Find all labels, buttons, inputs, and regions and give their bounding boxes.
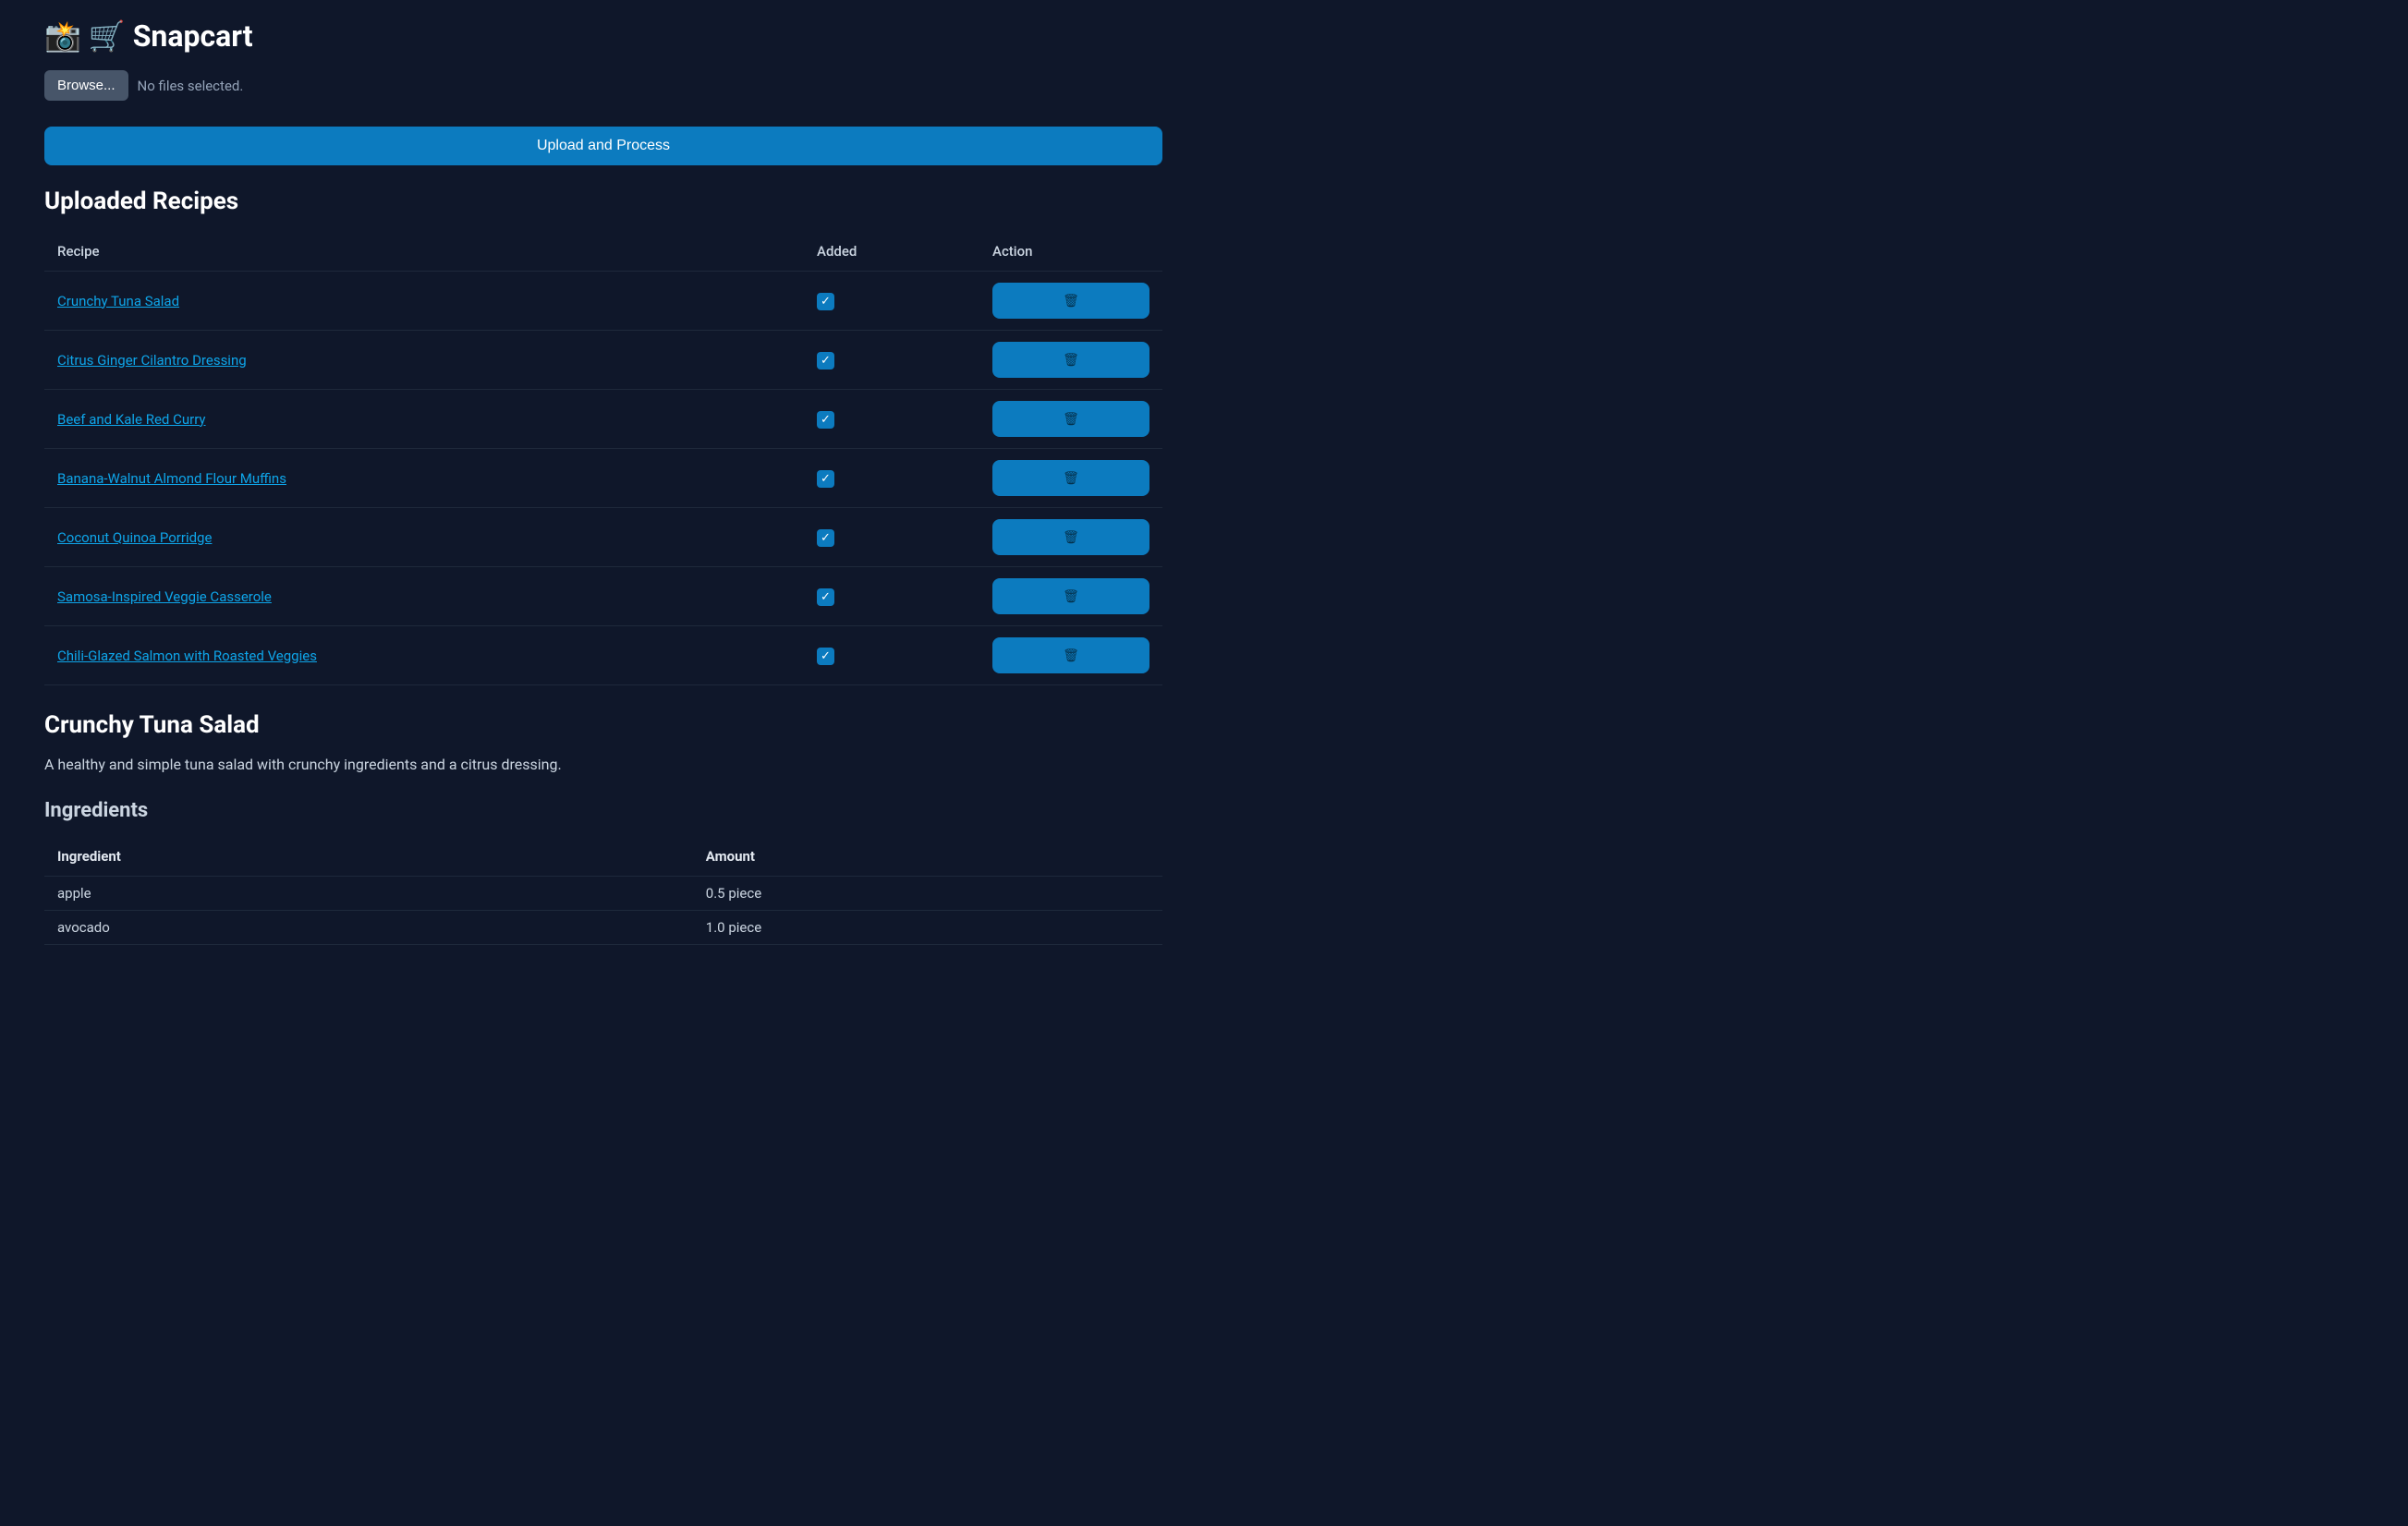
file-upload-row: Browse... No files selected. (44, 70, 1162, 101)
check-icon: ✓ (821, 295, 831, 309)
trash-icon: 🗑 (1063, 588, 1079, 604)
recipe-link[interactable]: Beef and Kale Red Curry (57, 411, 206, 428)
browse-button[interactable]: Browse... (44, 70, 128, 101)
table-row: avocado1.0 piece (44, 911, 1162, 945)
recipe-detail-title: Crunchy Tuna Salad (44, 711, 1162, 739)
upload-process-button[interactable]: Upload and Process (44, 127, 1162, 165)
trash-icon: 🗑 (1063, 648, 1079, 663)
recipe-link[interactable]: Citrus Ginger Cilantro Dressing (57, 352, 247, 369)
ingredients-column-amount: Amount (693, 837, 1162, 877)
check-icon: ✓ (821, 531, 831, 545)
added-checkbox[interactable]: ✓ (817, 529, 834, 547)
check-icon: ✓ (821, 649, 831, 663)
recipes-column-added: Added (804, 232, 979, 272)
recipe-link[interactable]: Samosa-Inspired Veggie Casserole (57, 588, 272, 605)
table-row: Crunchy Tuna Salad ✓ 🗑 (44, 272, 1162, 331)
delete-button[interactable]: 🗑 (992, 637, 1149, 673)
ingredients-column-ingredient: Ingredient (44, 837, 693, 877)
app-name: Snapcart (133, 18, 253, 54)
camera-icon: 📸 (44, 18, 81, 54)
ingredients-heading: Ingredients (44, 799, 1162, 822)
table-row: Coconut Quinoa Porridge ✓ 🗑 (44, 508, 1162, 567)
added-checkbox[interactable]: ✓ (817, 588, 834, 606)
trash-icon: 🗑 (1063, 293, 1079, 309)
delete-button[interactable]: 🗑 (992, 401, 1149, 437)
recipe-link[interactable]: Banana-Walnut Almond Flour Muffins (57, 470, 286, 487)
table-row: apple0.5 piece (44, 877, 1162, 911)
file-status-text: No files selected. (138, 78, 244, 94)
check-icon: ✓ (821, 354, 831, 368)
added-checkbox[interactable]: ✓ (817, 411, 834, 429)
added-checkbox[interactable]: ✓ (817, 293, 834, 310)
recipes-column-recipe: Recipe (44, 232, 804, 272)
added-checkbox[interactable]: ✓ (817, 470, 834, 488)
ingredient-amount: 1.0 piece (693, 911, 1162, 945)
recipes-table: Recipe Added Action Crunchy Tuna Salad ✓ 🗑… (44, 232, 1162, 685)
added-checkbox[interactable]: ✓ (817, 352, 834, 369)
trash-icon: 🗑 (1063, 411, 1079, 427)
delete-button[interactable]: 🗑 (992, 460, 1149, 496)
trash-icon: 🗑 (1063, 352, 1079, 368)
delete-button[interactable]: 🗑 (992, 342, 1149, 378)
table-row: Banana-Walnut Almond Flour Muffins ✓ 🗑 (44, 449, 1162, 508)
recipe-link[interactable]: Coconut Quinoa Porridge (57, 529, 212, 546)
table-row: Beef and Kale Red Curry ✓ 🗑 (44, 390, 1162, 449)
table-row: Citrus Ginger Cilantro Dressing ✓ 🗑 (44, 331, 1162, 390)
ingredient-name: apple (44, 877, 693, 911)
ingredient-amount: 0.5 piece (693, 877, 1162, 911)
trash-icon: 🗑 (1063, 470, 1079, 486)
check-icon: ✓ (821, 413, 831, 427)
table-row: Chili-Glazed Salmon with Roasted Veggies… (44, 626, 1162, 685)
app-title: 📸 🛒 Snapcart (44, 0, 1162, 65)
check-icon: ✓ (821, 590, 831, 604)
cart-icon: 🛒 (89, 18, 126, 54)
ingredients-table: Ingredient Amount apple0.5 pieceavocado1… (44, 837, 1162, 945)
trash-icon: 🗑 (1063, 529, 1079, 545)
uploaded-recipes-heading: Uploaded Recipes (44, 188, 1162, 215)
delete-button[interactable]: 🗑 (992, 578, 1149, 614)
table-row: Samosa-Inspired Veggie Casserole ✓ 🗑 (44, 567, 1162, 626)
added-checkbox[interactable]: ✓ (817, 648, 834, 665)
recipes-column-action: Action (979, 232, 1162, 272)
recipe-detail-description: A healthy and simple tuna salad with cru… (44, 756, 1162, 773)
check-icon: ✓ (821, 472, 831, 486)
delete-button[interactable]: 🗑 (992, 283, 1149, 319)
recipe-link[interactable]: Chili-Glazed Salmon with Roasted Veggies (57, 648, 317, 664)
recipe-link[interactable]: Crunchy Tuna Salad (57, 293, 179, 309)
delete-button[interactable]: 🗑 (992, 519, 1149, 555)
ingredient-name: avocado (44, 911, 693, 945)
